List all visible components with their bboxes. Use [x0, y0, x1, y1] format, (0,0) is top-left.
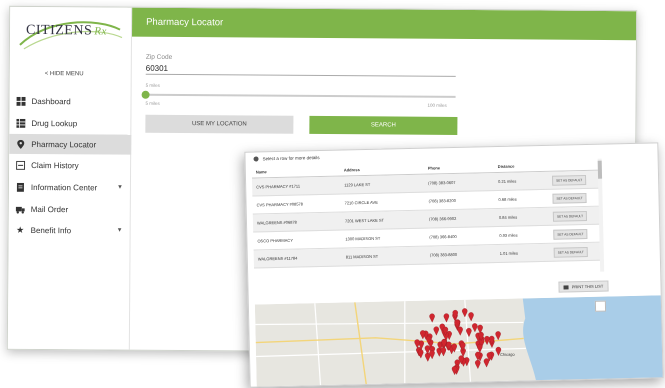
header-bar: Pharmacy Locator: [132, 8, 636, 41]
radius-slider[interactable]: [146, 94, 456, 98]
pharmacy-address: 7201 WEST LAKE ST: [345, 217, 429, 224]
sidebar-item-dashboard[interactable]: Dashboard: [9, 91, 131, 112]
sidebar-item-information-center[interactable]: Information Center ▼: [9, 177, 131, 198]
printer-icon: [564, 285, 569, 289]
page-title: Pharmacy Locator: [146, 17, 223, 29]
pharmacy-phone: (708) 366-8400: [429, 233, 499, 240]
pharmacy-name: WALGREENS #06878: [253, 218, 345, 225]
truck-icon: [16, 204, 25, 213]
pharmacy-phone: (708) 383-8200: [428, 197, 498, 204]
set-as-default-button[interactable]: SET AS DEFAULT: [552, 193, 586, 204]
use-my-location-button[interactable]: USE MY LOCATION: [145, 115, 293, 134]
sidebar-item-drug-lookup[interactable]: Drug Lookup: [9, 113, 131, 134]
results-table: Name Address Phone Distance CVS PHARMACY…: [252, 159, 602, 269]
pharmacy-name: OSCO PHARMACY: [253, 236, 345, 243]
set-as-default-button[interactable]: SET AS DEFAULT: [553, 229, 587, 240]
hide-menu-button[interactable]: < HIDE MENU: [45, 71, 84, 77]
pharmacy-phone: (708) 383-8800: [430, 251, 500, 258]
select-row-text: Select a row for more details: [262, 155, 319, 161]
pharmacy-phone: (708) 383-0607: [428, 179, 498, 186]
pharmacy-name: CVS PHARMACY #1711: [252, 182, 344, 189]
select-row-message: Select a row for more details: [253, 155, 319, 161]
sidebar-item-benefit-info[interactable]: ★ Benefit Info ▼: [9, 220, 131, 241]
dashboard-icon: [17, 96, 26, 105]
star-icon: ★: [16, 225, 25, 234]
pharmacy-distance: 1.01 miles: [500, 250, 554, 256]
chevron-down-icon[interactable]: ▼: [117, 228, 123, 234]
pharmacy-distance: 0.68 miles: [498, 196, 552, 202]
search-button[interactable]: SEARCH: [309, 116, 457, 135]
fullscreen-button[interactable]: [595, 301, 606, 312]
results-window: Select a row for more details Name Addre…: [244, 142, 663, 387]
sidebar-item-label: Claim History: [31, 160, 79, 169]
pharmacy-address: 811 MADISON ST: [346, 253, 430, 260]
pharmacy-address: 1129 LAKE ST: [344, 181, 428, 188]
pharmacy-name: CVS PHARMACY #08578: [253, 200, 345, 207]
set-as-default-button[interactable]: SET AS DEFAULT: [554, 247, 588, 258]
column-header[interactable]: Address: [344, 166, 428, 173]
table-icon: [16, 118, 25, 127]
pharmacy-distance: 0.21 miles: [498, 178, 552, 184]
print-list-button[interactable]: PRINT THIS LIST: [558, 281, 608, 293]
column-header[interactable]: Phone: [428, 164, 498, 171]
column-header: [552, 164, 598, 165]
radius-slider-handle[interactable]: [142, 91, 150, 99]
pharmacy-phone: (708) 366-9902: [429, 215, 499, 222]
radius-value-label: 5 miles: [146, 83, 160, 88]
map-water: [522, 295, 663, 384]
pharmacy-address: 7210 CIRCLE AVE: [345, 199, 429, 206]
scrollbar-thumb[interactable]: [598, 161, 602, 179]
pharmacy-address: 1300 MADISON ST: [345, 235, 429, 242]
sidebar: CITIZENSRx < HIDE MENU Dashboard Drug Lo…: [8, 7, 132, 350]
set-as-default-button[interactable]: SET AS DEFAULT: [552, 175, 586, 186]
sidebar-item-label: Information Center: [31, 182, 97, 191]
zip-code-input[interactable]: [146, 62, 456, 77]
sidebar-item-label: Benefit Info: [31, 225, 72, 234]
map-city-label: Chicago: [500, 352, 515, 357]
sidebar-item-mail-order[interactable]: Mail Order: [9, 199, 131, 220]
sidebar-item-pharmacy-locator[interactable]: Pharmacy Locator: [9, 134, 131, 155]
set-as-default-button[interactable]: SET AS DEFAULT: [553, 211, 587, 222]
pharmacy-distance: 0.84 miles: [499, 214, 553, 220]
sidebar-item-label: Mail Order: [31, 204, 68, 213]
document-icon: [16, 182, 25, 191]
sidebar-item-claim-history[interactable]: Claim History: [9, 155, 131, 176]
radius-max-label: 100 miles: [428, 103, 447, 108]
info-icon: [253, 156, 258, 161]
sidebar-item-label: Dashboard: [32, 96, 71, 105]
pharmacy-name: WALGREENS #11784: [254, 254, 346, 261]
pharmacy-distance: 0.93 miles: [499, 232, 553, 238]
print-list-label: PRINT THIS LIST: [572, 284, 604, 290]
history-icon: [16, 160, 25, 169]
logo: CITIZENSRx: [26, 23, 107, 40]
column-header[interactable]: Name: [252, 167, 344, 174]
zip-code-label: Zip Code: [146, 54, 172, 61]
chevron-down-icon[interactable]: ▼: [117, 185, 123, 191]
column-header[interactable]: Distance: [498, 163, 552, 169]
sidebar-item-label: Drug Lookup: [31, 118, 77, 127]
sidebar-item-label: Pharmacy Locator: [31, 139, 96, 148]
radius-min-label: 5 miles: [146, 101, 160, 106]
map-pin-icon: [16, 139, 25, 148]
